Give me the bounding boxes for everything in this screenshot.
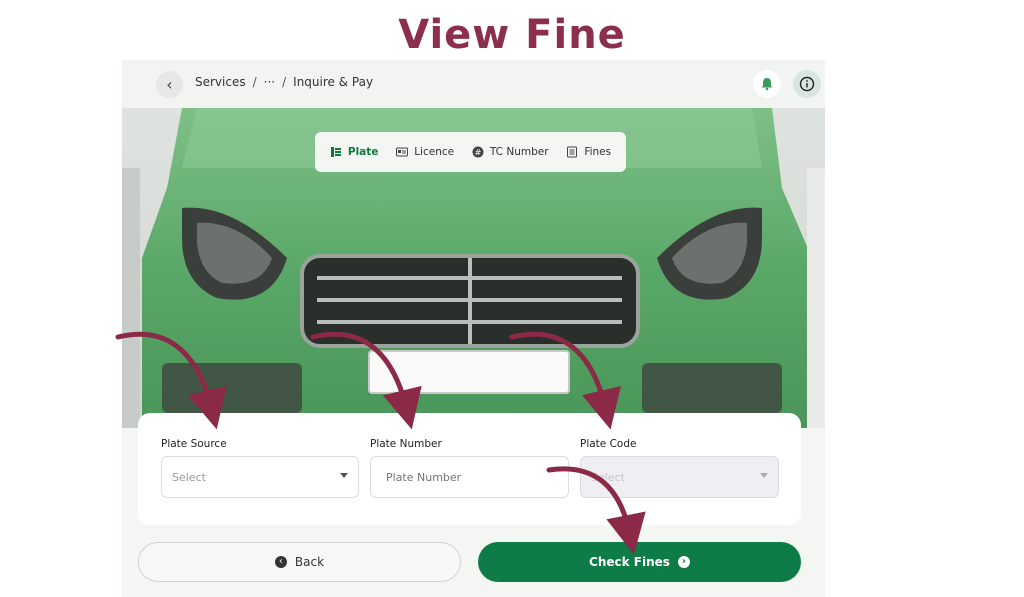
check-fines-label: Check Fines — [589, 555, 670, 569]
plate-source-label: Plate Source — [161, 438, 227, 450]
breadcrumb-separator: / — [252, 75, 257, 89]
svg-text:#: # — [475, 148, 482, 157]
tab-fines[interactable]: Fines — [566, 146, 611, 158]
page-title: View Fine — [398, 12, 626, 58]
check-fines-button[interactable]: Check Fines › — [478, 542, 801, 582]
breadcrumb-services[interactable]: Services — [195, 75, 246, 89]
breadcrumb-more[interactable]: ··· — [264, 75, 275, 89]
search-type-tabs: Plate Licence # TC Number Fines — [315, 132, 626, 172]
tab-plate[interactable]: Plate — [330, 146, 379, 158]
chevron-down-icon — [340, 473, 348, 478]
tab-label: Plate — [347, 146, 379, 158]
id-card-icon — [396, 146, 409, 158]
back-button-label: Back — [294, 555, 325, 569]
plate-code-label: Plate Code — [580, 438, 637, 450]
plate-code-placeholder: Select — [591, 470, 625, 484]
plate-number-input[interactable] — [370, 456, 569, 498]
chevron-down-icon — [760, 473, 768, 478]
hash-icon: # — [472, 146, 484, 158]
tab-licence[interactable]: Licence — [396, 146, 454, 158]
plate-form-card: Plate Source Select Plate Number Plate C… — [138, 413, 801, 525]
info-icon[interactable] — [793, 70, 821, 98]
tab-label: Licence — [414, 146, 455, 158]
notification-bell-icon[interactable] — [753, 70, 781, 98]
plate-code-select[interactable]: Select — [580, 456, 779, 498]
back-chevron-icon[interactable]: ‹ — [156, 71, 183, 98]
breadcrumb: Services / ··· / Inquire & Pay — [195, 75, 373, 89]
back-button[interactable]: ‹ Back — [138, 542, 461, 582]
tab-tc-number[interactable]: # TC Number — [472, 146, 549, 158]
car-icon — [330, 146, 342, 158]
breadcrumb-separator: / — [282, 75, 287, 89]
tab-label: Fines — [584, 146, 612, 158]
plate-source-select[interactable]: Select — [161, 456, 359, 498]
tab-label: TC Number — [489, 146, 549, 158]
app-window: ‹ Services / ··· / Inquire & Pay Plate L… — [122, 60, 825, 597]
blank-license-plate — [368, 350, 570, 394]
plate-source-placeholder: Select — [172, 470, 206, 484]
breadcrumb-current: Inquire & Pay — [293, 75, 374, 89]
document-icon — [566, 146, 578, 158]
back-arrow-icon: ‹ — [274, 556, 287, 568]
plate-number-label: Plate Number — [370, 438, 442, 450]
top-bar: ‹ Services / ··· / Inquire & Pay — [122, 60, 825, 108]
arrow-right-icon: › — [677, 556, 690, 568]
